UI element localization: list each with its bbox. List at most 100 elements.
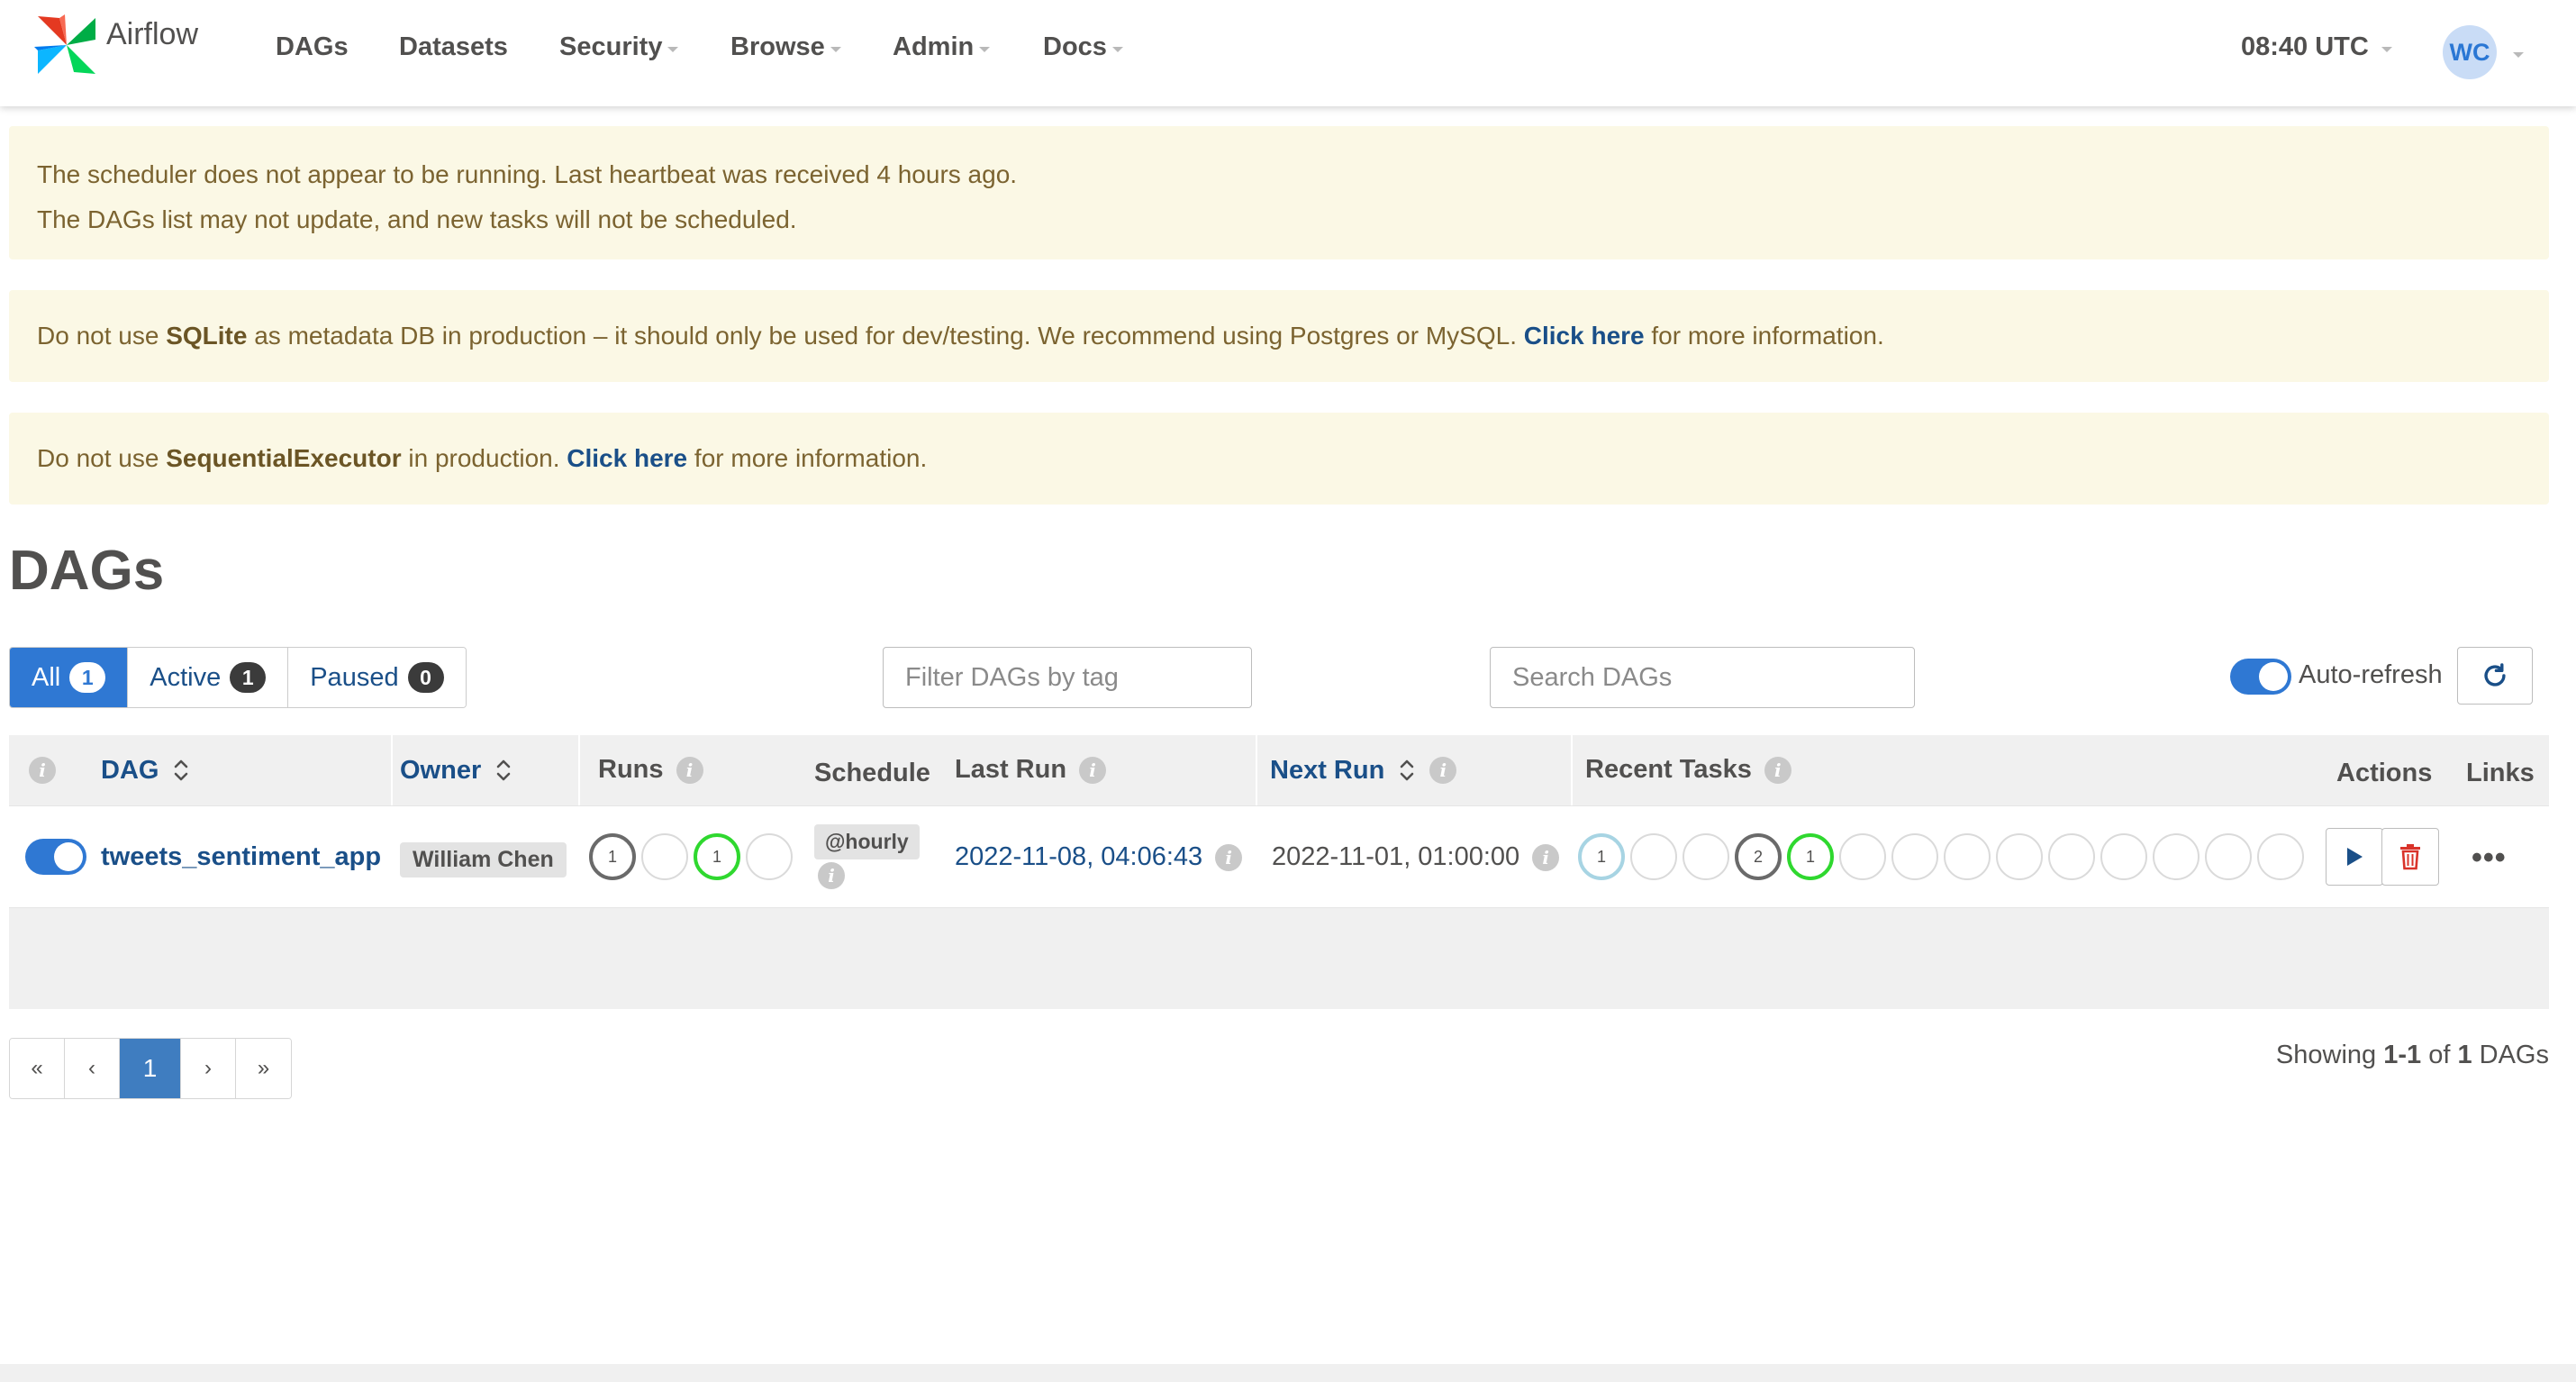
showing-total: 1 (2457, 1041, 2472, 1069)
brand-name: Airflow (106, 16, 199, 51)
auto-refresh-label: Auto-refresh (2299, 660, 2443, 689)
task-state-circle[interactable] (2257, 833, 2304, 880)
nav-browse[interactable]: Browse (730, 32, 841, 62)
chevron-down-icon (979, 46, 991, 52)
showing-range: 1-1 (2383, 1041, 2422, 1069)
run-state-running[interactable] (641, 833, 688, 880)
column-divider (1256, 735, 1257, 805)
task-state-circle[interactable] (2100, 833, 2147, 880)
run-state-success[interactable]: 1 (694, 833, 740, 880)
column-divider (578, 735, 580, 805)
sqlite-info-link[interactable]: Click here (1524, 322, 1645, 350)
info-icon[interactable]: i (1079, 756, 1107, 784)
filter-all-count: 1 (69, 662, 106, 693)
task-state-queued[interactable]: 2 (1735, 833, 1782, 880)
filter-all-button[interactable]: All 1 (10, 648, 129, 707)
owner-tag[interactable]: William Chen (400, 842, 567, 877)
task-state-circle[interactable] (1996, 833, 2043, 880)
nav-admin[interactable]: Admin (893, 32, 991, 62)
page-current-button[interactable]: 1 (120, 1039, 181, 1098)
nav-datasets[interactable]: Datasets (399, 32, 508, 62)
col-links-label: Links (2466, 759, 2535, 787)
scheduler-alert-line2: The DAGs list may not update, and new ta… (37, 205, 797, 233)
airflow-logo[interactable]: Airflow (32, 11, 198, 79)
pagination: « ‹ 1 › » (9, 1038, 292, 1099)
refresh-button[interactable] (2457, 647, 2533, 705)
executor-alert-pre: Do not use (37, 444, 167, 472)
sqlite-alert: Do not use SQLite as metadata DB in prod… (9, 290, 2549, 382)
navbar: Airflow DAGs Datasets Security Browse Ad… (0, 0, 2576, 106)
info-icon[interactable]: i (1764, 756, 1791, 784)
col-last-run-label: Last Run (955, 755, 1067, 784)
task-state-circle[interactable] (2205, 833, 2252, 880)
tag-filter-input[interactable] (883, 647, 1252, 708)
task-state-circle[interactable] (1891, 833, 1938, 880)
footer (0, 1364, 2576, 1382)
run-state-failed[interactable] (746, 833, 793, 880)
clock-dropdown[interactable]: 08:40 UTC (2241, 32, 2392, 62)
task-state-success[interactable]: 1 (1787, 833, 1834, 880)
user-avatar[interactable]: WC (2443, 25, 2497, 79)
showing-suffix: DAGs (2472, 1041, 2549, 1069)
col-runs: Runs i (598, 755, 703, 785)
executor-alert-post: for more information. (687, 444, 928, 472)
trigger-dag-button[interactable] (2326, 828, 2383, 886)
executor-alert-bold: SequentialExecutor (166, 444, 402, 472)
info-icon[interactable]: i (1532, 843, 1560, 871)
showing-of: of (2421, 1041, 2458, 1069)
col-dag[interactable]: DAG (101, 755, 191, 786)
page-last-button[interactable]: » (236, 1039, 291, 1098)
info-icon[interactable]: i (29, 757, 56, 784)
schedule-tag[interactable]: @hourly (814, 824, 920, 859)
nav-docs[interactable]: Docs (1043, 32, 1123, 62)
nav-security[interactable]: Security (559, 32, 679, 62)
sqlite-alert-bold: SQLite (166, 322, 248, 350)
status-filter-group: All 1 Active 1 Paused 0 (9, 647, 467, 708)
col-next-run[interactable]: Next Run i (1270, 755, 1457, 786)
chevron-down-icon[interactable] (2513, 52, 2524, 58)
filter-paused-label: Paused (310, 662, 399, 692)
task-state-circle[interactable] (1944, 833, 1991, 880)
table-empty-area (9, 908, 2549, 1009)
filter-active-button[interactable]: Active 1 (128, 648, 289, 707)
col-owner[interactable]: Owner (400, 755, 513, 786)
info-icon[interactable]: i (1429, 757, 1457, 784)
task-state-circle[interactable] (2153, 833, 2200, 880)
col-actions: Actions (2336, 759, 2432, 788)
last-run-value: 2022-11-08, 04:06:43 (955, 842, 1203, 871)
page-next-button[interactable]: › (181, 1039, 236, 1098)
info-icon[interactable]: i (1215, 843, 1243, 871)
info-icon[interactable]: i (676, 756, 703, 784)
trash-icon (2400, 844, 2420, 870)
filter-paused-button[interactable]: Paused 0 (288, 648, 466, 707)
auto-refresh-toggle[interactable] (2230, 659, 2291, 695)
dag-pause-toggle[interactable] (25, 839, 86, 875)
nav-docs-label: Docs (1043, 32, 1107, 61)
page-prev-button[interactable]: ‹ (65, 1039, 120, 1098)
col-dag-label: DAG (101, 755, 159, 785)
dag-link[interactable]: tweets_sentiment_app (101, 842, 381, 872)
refresh-icon (2484, 663, 2506, 686)
page-first-button[interactable]: « (10, 1039, 65, 1098)
delete-dag-button[interactable] (2381, 828, 2439, 886)
executor-info-link[interactable]: Click here (567, 444, 687, 472)
task-state-circle[interactable] (1630, 833, 1677, 880)
task-state-circle[interactable] (1839, 833, 1886, 880)
showing-count: Showing 1-1 of 1 DAGs (2276, 1041, 2549, 1070)
col-next-run-label: Next Run (1270, 755, 1385, 785)
nav-dags[interactable]: DAGs (276, 32, 349, 62)
run-state-queued[interactable]: 1 (589, 833, 636, 880)
task-state-running[interactable]: 1 (1578, 833, 1625, 880)
executor-alert-text: Do not use SequentialExecutor in product… (37, 444, 927, 473)
last-run[interactable]: 2022-11-08, 04:06:43 i (955, 842, 1243, 872)
sort-icon (175, 759, 188, 781)
task-state-circle[interactable] (1683, 833, 1729, 880)
col-owner-label: Owner (400, 755, 482, 785)
col-schedule: Schedule (814, 759, 930, 788)
sort-icon (496, 759, 511, 781)
task-state-circle[interactable] (2048, 833, 2095, 880)
more-links-icon[interactable]: ••• (2472, 841, 2507, 876)
info-icon[interactable]: i (818, 862, 845, 889)
nav-browse-label: Browse (730, 32, 825, 61)
search-dags-input[interactable] (1490, 647, 1915, 708)
